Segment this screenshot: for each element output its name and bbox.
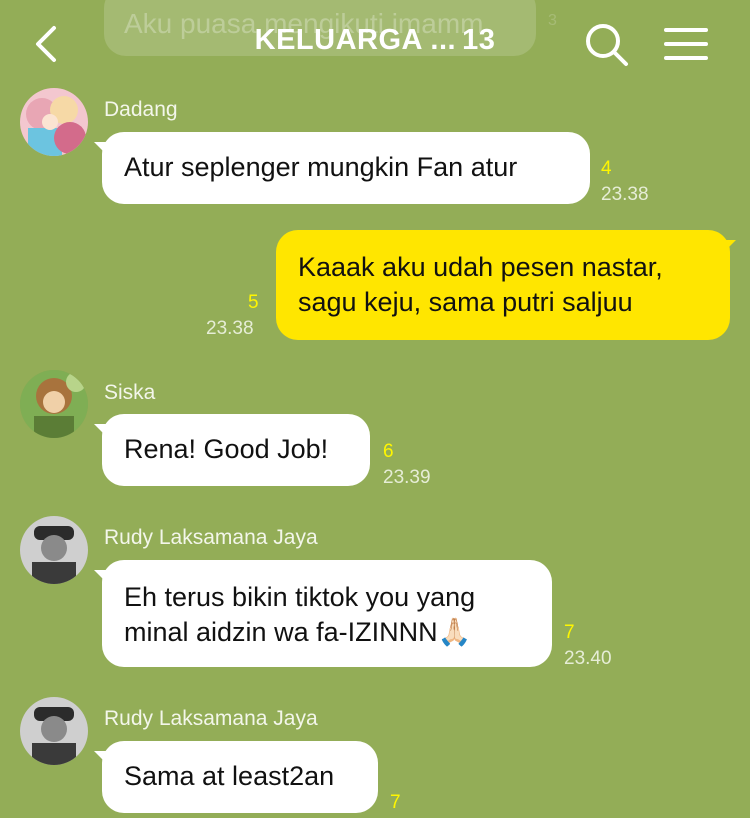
avatar-dadang[interactable] <box>20 88 88 156</box>
message-bubble[interactable]: Eh terus bikin tiktok you yang minal aid… <box>102 560 552 667</box>
message-text: Kaaak aku udah pesen nastar, sagu keju, … <box>298 252 663 317</box>
read-count: 6 <box>383 441 394 462</box>
avatar-rudy[interactable] <box>20 697 88 765</box>
hamburger-menu-icon[interactable] <box>662 24 710 64</box>
member-count: 13 <box>462 24 496 56</box>
chat-title: KELUARGA ... 13 <box>0 24 750 57</box>
message-time: 23.40 <box>564 648 612 669</box>
avatar-siska[interactable] <box>20 370 88 438</box>
message-time: 23.38 <box>601 184 649 205</box>
sender-name: Siska <box>104 381 156 404</box>
message-time: 23.39 <box>383 467 431 488</box>
message-bubble[interactable]: Rena! Good Job! <box>102 414 370 486</box>
read-count: 5 <box>248 292 259 313</box>
chat-title-text: KELUARGA ... <box>254 24 457 56</box>
read-count: 4 <box>601 158 612 179</box>
message-text: Eh terus bikin tiktok you yang minal aid… <box>124 582 476 647</box>
read-count: 7 <box>390 792 401 813</box>
avatar-rudy[interactable] <box>20 516 88 584</box>
read-count: 7 <box>564 622 575 643</box>
message-text: Rena! Good Job! <box>124 434 329 464</box>
my-message-bubble[interactable]: Kaaak aku udah pesen nastar, sagu keju, … <box>276 230 730 340</box>
sender-name: Dadang <box>104 98 178 121</box>
sender-name: Rudy Laksamana Jaya <box>104 526 318 549</box>
sender-name: Rudy Laksamana Jaya <box>104 707 318 730</box>
message-text: Atur seplenger mungkin Fan atur <box>124 152 518 182</box>
message-bubble[interactable]: Sama at least2an <box>102 741 378 813</box>
message-text: Sama at least2an <box>124 761 335 791</box>
message-time: 23.38 <box>206 318 254 339</box>
search-icon[interactable] <box>582 20 632 68</box>
message-bubble[interactable]: Atur seplenger mungkin Fan atur <box>102 132 590 204</box>
